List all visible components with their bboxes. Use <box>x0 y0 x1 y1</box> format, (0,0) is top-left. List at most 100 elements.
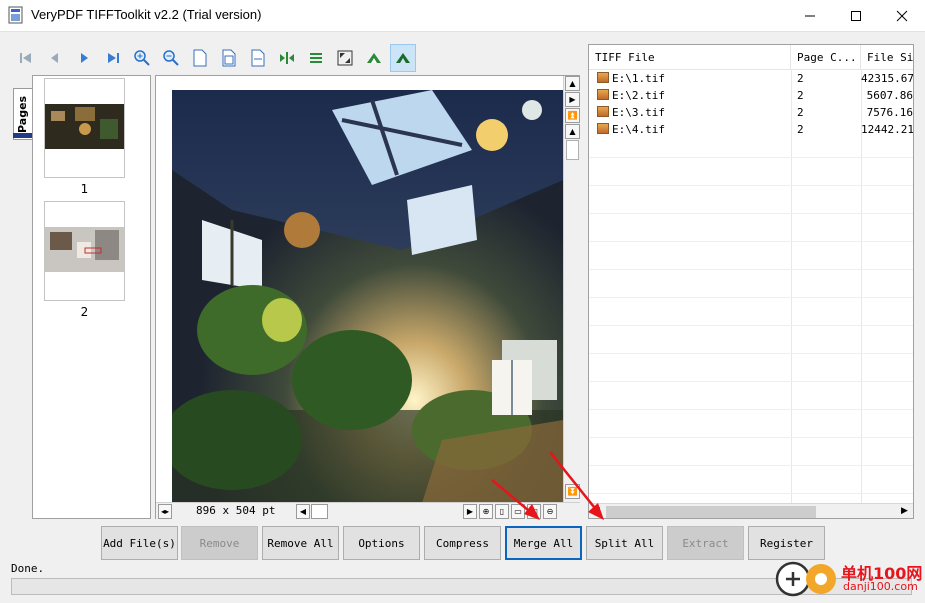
tif-file-icon <box>597 72 609 83</box>
next-page-scroll-button[interactable]: ▶ <box>565 92 580 107</box>
tif-file-icon <box>597 106 609 117</box>
split-all-button[interactable]: Split All <box>586 526 663 560</box>
remove-button[interactable]: Remove <box>181 526 258 560</box>
rotate-right-button[interactable] <box>390 44 416 72</box>
table-row[interactable]: E:\1.tif 2 42315.67 <box>589 71 914 88</box>
tab-pages-indicator <box>13 133 32 138</box>
fit-button[interactable]: ◧ <box>527 504 541 519</box>
grid-line <box>589 185 913 186</box>
column-header-file-size[interactable]: File Siz <box>861 45 913 69</box>
thumbnail-page-2[interactable] <box>44 201 125 301</box>
actual-size-button[interactable] <box>187 44 213 72</box>
vertical-scroll-thumb[interactable] <box>566 140 579 160</box>
close-button[interactable] <box>879 0 925 31</box>
arrow-up-icon: ▲ <box>569 79 576 88</box>
grid-line <box>589 297 913 298</box>
options-button[interactable]: Options <box>343 526 420 560</box>
thumbnail-page-1[interactable] <box>44 78 125 178</box>
scroll-up-button[interactable]: ▲ <box>565 76 580 91</box>
minimize-icon <box>805 15 815 16</box>
compress-button[interactable]: Compress <box>424 526 501 560</box>
page-view-button[interactable]: ▯ <box>495 504 509 519</box>
column-header-tiff-file[interactable]: TIFF File <box>589 45 791 69</box>
left-right-icon: ◂▸ <box>160 507 170 516</box>
image-viewer[interactable]: ▲ ▶ ⏫ ▲ ⏬ ◂▸ 896 x 504 pt ◀ ▶ ⊕ ▯ ▭ ◧ ⊖ <box>155 75 580 519</box>
zoom-in-icon: ⊕ <box>482 507 490 516</box>
watermark-site-url: danji100.com <box>843 580 918 593</box>
scroll-top-button[interactable]: ⏫ <box>565 108 580 123</box>
scroll-step-up-button[interactable]: ▲ <box>565 124 580 139</box>
merge-all-button[interactable]: Merge All <box>505 526 582 560</box>
grid-line <box>589 325 913 326</box>
file-list-header: TIFF File Page C... File Siz <box>589 45 913 70</box>
add-files-button[interactable]: Add File(s) <box>101 526 178 560</box>
fit-window-button[interactable] <box>332 44 358 72</box>
next-page-button[interactable] <box>71 44 97 72</box>
cell-size: 5607.86 <box>866 89 913 102</box>
page-icon: ▯ <box>499 507 505 516</box>
pan-button[interactable]: ◂▸ <box>158 504 172 519</box>
previous-page-icon <box>51 53 58 63</box>
arrow-left-icon: ◀ <box>299 507 307 516</box>
rotate-right-icon <box>396 53 410 63</box>
last-page-button[interactable] <box>100 44 126 72</box>
double-up-icon: ⏫ <box>567 111 578 120</box>
two-page-button[interactable]: ▭ <box>511 504 525 519</box>
zoom-out-icon: ⊖ <box>546 507 554 516</box>
cell-size: 7576.16 <box>866 106 913 119</box>
main-area: Pages 1 2 ▲ ▶ ⏫ ▲ ⏬ ◂▸ 896 x 504 pt ◀ ▶ … <box>0 31 925 603</box>
maximize-button[interactable] <box>833 0 879 31</box>
watermark: 单机100网 danji100.com <box>775 532 925 603</box>
zoom-out-button[interactable] <box>158 44 184 72</box>
scroll-right-button[interactable]: ▶ <box>463 504 477 519</box>
fit-width-button[interactable] <box>245 44 271 72</box>
arrow-up-icon: ▲ <box>569 127 576 136</box>
maximize-icon <box>851 10 861 21</box>
zoom-out-small-button[interactable]: ⊖ <box>543 504 557 519</box>
thumbnail-panel[interactable]: 1 2 <box>32 75 151 519</box>
table-row[interactable]: E:\3.tif 2 7576.16 <box>589 105 913 122</box>
scroll-left-button[interactable]: ◀ <box>296 504 310 519</box>
horizontal-scroll-thumb[interactable] <box>606 506 816 518</box>
thumbnail-image <box>45 104 124 149</box>
grid-line <box>589 269 913 270</box>
cell-pages: 2 <box>797 123 804 136</box>
split-view-button[interactable] <box>303 44 329 72</box>
fit-page-button[interactable] <box>216 44 242 72</box>
fit-width-icon <box>251 49 265 67</box>
close-icon <box>896 10 908 21</box>
tif-file-icon <box>597 123 609 134</box>
cell-pages: 2 <box>797 89 804 102</box>
grid-line <box>589 465 913 466</box>
minimize-button[interactable] <box>787 0 833 31</box>
table-row[interactable]: E:\2.tif 2 5607.86 <box>589 88 913 105</box>
extract-button[interactable]: Extract <box>667 526 744 560</box>
zoom-in-button[interactable] <box>129 44 155 72</box>
grid-line <box>589 493 913 494</box>
grid-line <box>589 409 913 410</box>
rotate-button[interactable] <box>274 44 300 72</box>
arrow-left-icon: ◀ <box>593 506 600 516</box>
thumbnail-image <box>45 227 124 272</box>
rotate-left-button[interactable] <box>361 44 387 72</box>
arrow-right-icon: ▶ <box>569 95 576 104</box>
cell-file: E:\1.tif <box>612 72 665 85</box>
scroll-down-button[interactable]: ⏬ <box>565 484 580 499</box>
tif-file-icon <box>597 89 609 100</box>
file-list[interactable]: TIFF File Page C... File Siz E:\1.tif 2 … <box>588 44 914 519</box>
file-list-horizontal-scrollbar[interactable]: ◀ ▶ <box>589 503 913 518</box>
vertical-scrollbar[interactable]: ▲ ▶ ⏫ ▲ ⏬ <box>563 76 580 502</box>
table-row[interactable]: E:\4.tif 2 12442.21 <box>589 122 913 139</box>
thumbnail-label: 2 <box>80 305 89 319</box>
column-header-page-count[interactable]: Page C... <box>791 45 861 69</box>
arrow-right-icon: ▶ <box>901 506 908 516</box>
zoom-in-small-button[interactable]: ⊕ <box>479 504 493 519</box>
previous-page-button[interactable] <box>42 44 68 72</box>
first-page-button[interactable] <box>13 44 39 72</box>
remove-all-button[interactable]: Remove All <box>262 526 339 560</box>
grid-line <box>589 353 913 354</box>
rotate-icon <box>280 52 294 64</box>
cell-pages: 2 <box>797 72 804 85</box>
cell-size: 42315.67 <box>861 72 914 85</box>
horizontal-scroll-thumb[interactable] <box>311 504 328 519</box>
